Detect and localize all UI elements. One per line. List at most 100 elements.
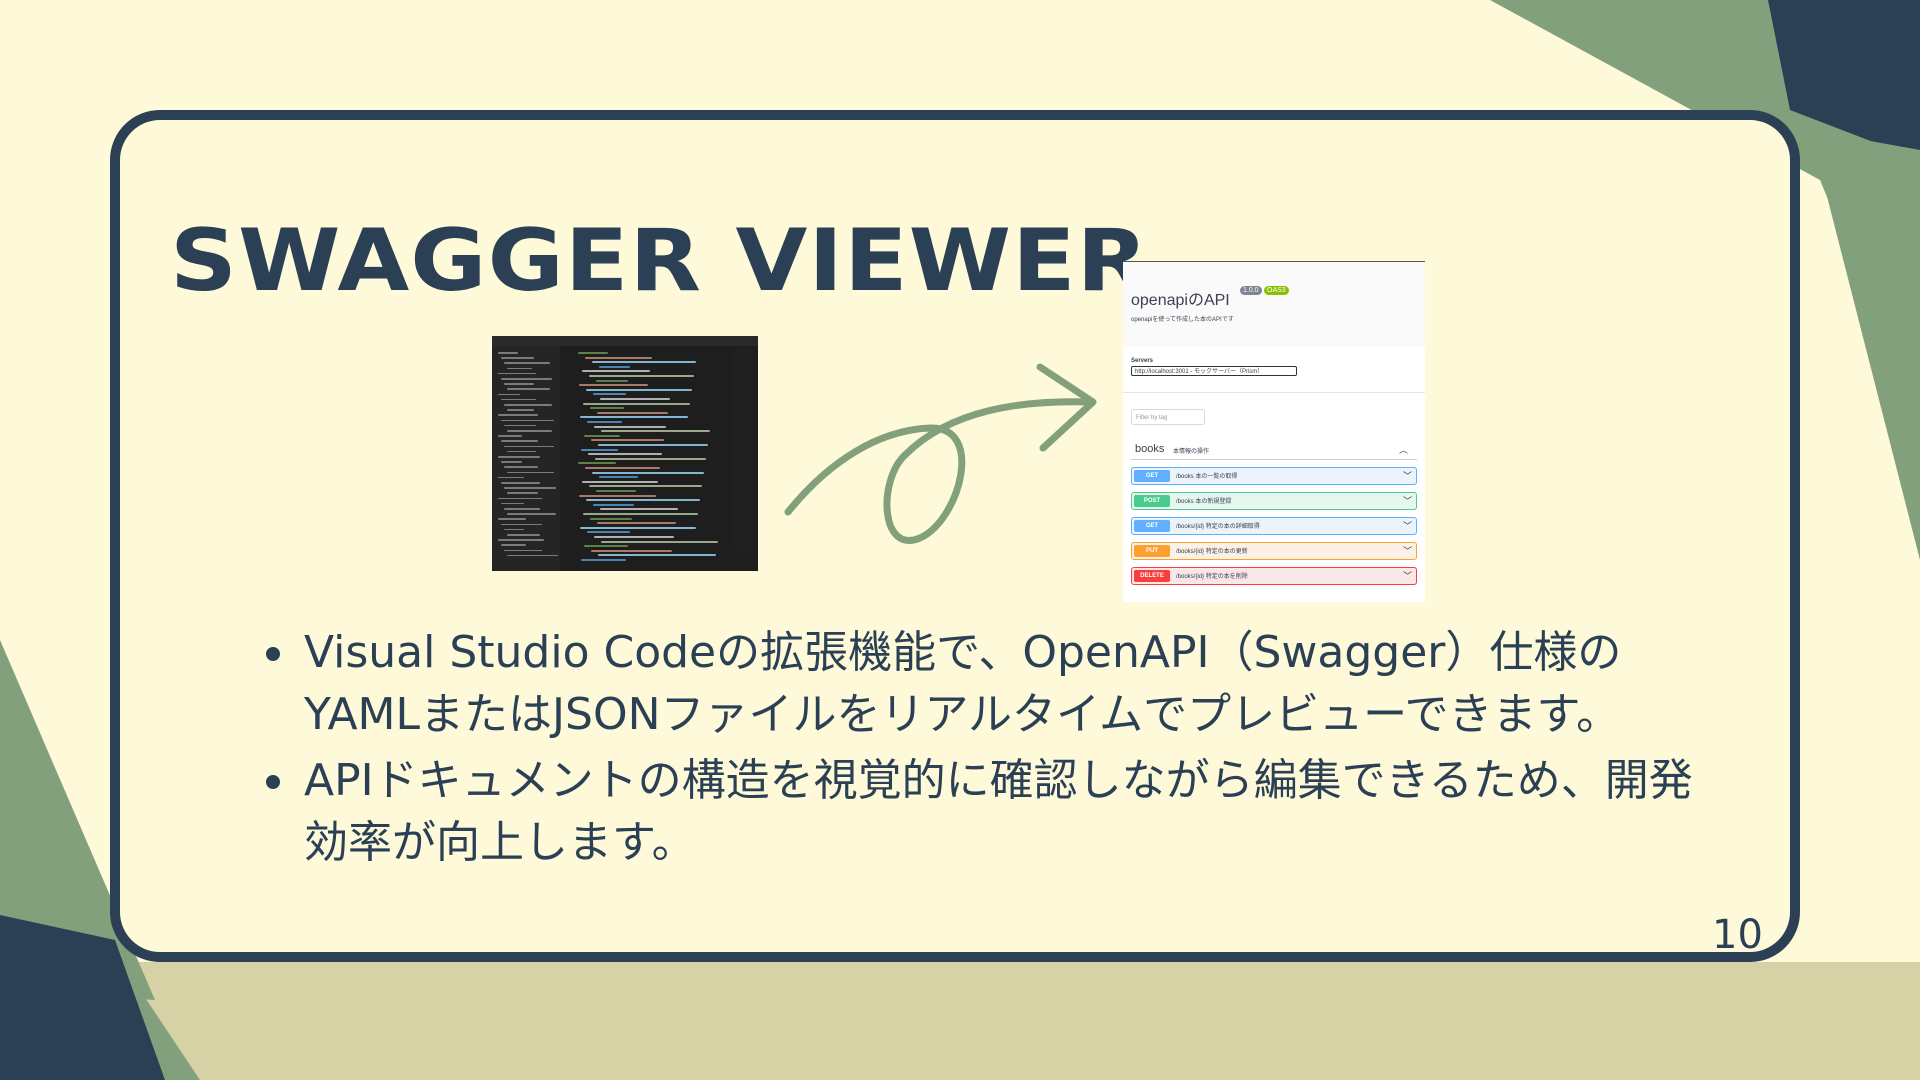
- code-line: [595, 457, 706, 460]
- code-line: [583, 402, 690, 405]
- explorer-entry: [504, 404, 552, 406]
- explorer-entry: [507, 388, 550, 390]
- explorer-entry: [501, 544, 526, 546]
- code-line: [594, 536, 674, 538]
- tag-books-description: 本情報の操作: [1173, 449, 1210, 455]
- chevron-up-icon[interactable]: ︿: [1399, 443, 1408, 456]
- explorer-entry: [501, 523, 542, 526]
- operation-path: /books/{id} 特定の本を削除: [1176, 574, 1248, 580]
- swagger-description: openapiを使って作成した本のAPIです: [1131, 317, 1234, 323]
- operation-get-books[interactable]: GET /books 本の一覧の取得 ﹀: [1131, 467, 1417, 485]
- explorer-entry: [507, 534, 540, 536]
- bullet-list: Visual Studio Codeの拡張機能で、OpenAPI（Swagger…: [266, 622, 1706, 878]
- explorer-entry: [507, 367, 532, 370]
- code-line: [582, 370, 650, 373]
- code-line: [598, 444, 708, 446]
- code-line: [585, 467, 660, 469]
- server-select[interactable]: http://localhost:3001 - モックサーバー（Prism）: [1131, 366, 1297, 376]
- code-line: [579, 494, 656, 497]
- code-line: [584, 434, 620, 437]
- explorer-entry: [507, 492, 538, 494]
- operation-put-book[interactable]: PUT /books/{id} 特定の本の更新 ﹀: [1131, 542, 1417, 560]
- explorer-entry: [498, 414, 538, 416]
- bullet-text: APIドキュメントの構造を視覚的に確認しながら編集できるため、開発効率が向上しま…: [304, 755, 1693, 868]
- explorer-entry: [507, 513, 556, 515]
- page-number: 10: [1712, 912, 1763, 958]
- code-line: [581, 559, 626, 561]
- version-badge: 1.0.0: [1240, 286, 1262, 295]
- explorer-entry: [504, 466, 538, 468]
- explorer-entry: [504, 383, 534, 385]
- code-line: [596, 490, 636, 492]
- vscode-screenshot: [492, 336, 758, 571]
- code-line: [583, 513, 698, 515]
- servers-label: Servers: [1131, 358, 1154, 364]
- chevron-down-icon: ﹀: [1402, 496, 1412, 506]
- operation-path: /books/{id} 特定の本の詳細取得: [1176, 524, 1260, 530]
- code-line: [592, 361, 696, 364]
- explorer-entry: [507, 409, 534, 411]
- vscode-minimap: [734, 350, 752, 550]
- bullet-item: Visual Studio Codeの拡張機能で、OpenAPI（Swagger…: [266, 622, 1706, 746]
- explorer-entry: [504, 445, 554, 448]
- explorer-entry: [498, 518, 526, 520]
- bullet-item: APIドキュメントの構造を視覚的に確認しながら編集できるため、開発効率が向上しま…: [266, 750, 1706, 874]
- chevron-down-icon: ﹀: [1402, 471, 1412, 481]
- code-line: [597, 411, 668, 414]
- code-line: [600, 398, 670, 400]
- server-select-value: http://localhost:3001 - モックサーバー（Prism）: [1135, 369, 1264, 375]
- code-line: [578, 352, 608, 354]
- code-line: [600, 508, 678, 511]
- chevron-down-icon: ﹀: [1402, 521, 1412, 531]
- code-line: [592, 471, 704, 474]
- explorer-entry: [501, 440, 538, 442]
- vscode-tab-bar: [492, 336, 758, 346]
- code-line: [585, 356, 652, 359]
- filter-by-tag-input[interactable]: Filter by tag: [1131, 409, 1205, 425]
- code-line: [590, 517, 632, 520]
- operation-get-book-by-id[interactable]: GET /books/{id} 特定の本の詳細取得 ﹀: [1131, 517, 1417, 535]
- explorer-entry: [507, 471, 554, 474]
- code-line: [587, 531, 630, 534]
- explorer-entry: [498, 497, 542, 500]
- code-line: [582, 480, 658, 483]
- explorer-entry: [507, 430, 552, 432]
- divider: [1123, 392, 1425, 393]
- code-line: [591, 439, 664, 442]
- chevron-down-icon: ﹀: [1402, 571, 1412, 581]
- code-line: [597, 522, 676, 525]
- operation-path: /books/{id} 特定の本の更新: [1176, 549, 1248, 555]
- explorer-entry: [498, 435, 522, 437]
- vscode-explorer: [492, 346, 560, 571]
- tag-books-title[interactable]: books: [1135, 443, 1164, 455]
- code-line: [589, 375, 694, 377]
- explorer-entry: [504, 508, 540, 510]
- explorer-entry: [501, 357, 534, 359]
- code-line: [596, 379, 628, 382]
- method-badge: POST: [1134, 495, 1170, 507]
- method-badge: PUT: [1134, 545, 1170, 557]
- code-line: [593, 393, 626, 396]
- explorer-entry: [498, 393, 520, 396]
- explorer-entry: [504, 487, 556, 489]
- explorer-entry: [501, 419, 554, 422]
- code-line: [591, 549, 672, 552]
- operation-path: /books 本の新規登録: [1176, 499, 1232, 505]
- bg-sage-right: [1810, 130, 1920, 560]
- code-line: [599, 476, 638, 479]
- operation-post-books[interactable]: POST /books 本の新規登録 ﹀: [1131, 492, 1417, 510]
- oas-badge: OAS3: [1264, 286, 1289, 295]
- code-line: [601, 540, 718, 543]
- method-badge: GET: [1134, 520, 1170, 532]
- code-line: [580, 416, 688, 419]
- chevron-down-icon: ﹀: [1402, 546, 1412, 556]
- swagger-preview: openapiのAPI 1.0.0 OAS3 openapiを使って作成した本の…: [1123, 261, 1425, 602]
- operation-delete-book[interactable]: DELETE /books/{id} 特定の本を削除 ﹀: [1131, 567, 1417, 585]
- bullet-dot: [266, 647, 280, 661]
- code-line: [587, 421, 622, 423]
- bg-khaki-band: [0, 962, 1920, 1080]
- code-line: [581, 448, 618, 451]
- explorer-entry: [498, 352, 518, 354]
- code-line: [588, 453, 662, 456]
- code-line: [601, 430, 710, 433]
